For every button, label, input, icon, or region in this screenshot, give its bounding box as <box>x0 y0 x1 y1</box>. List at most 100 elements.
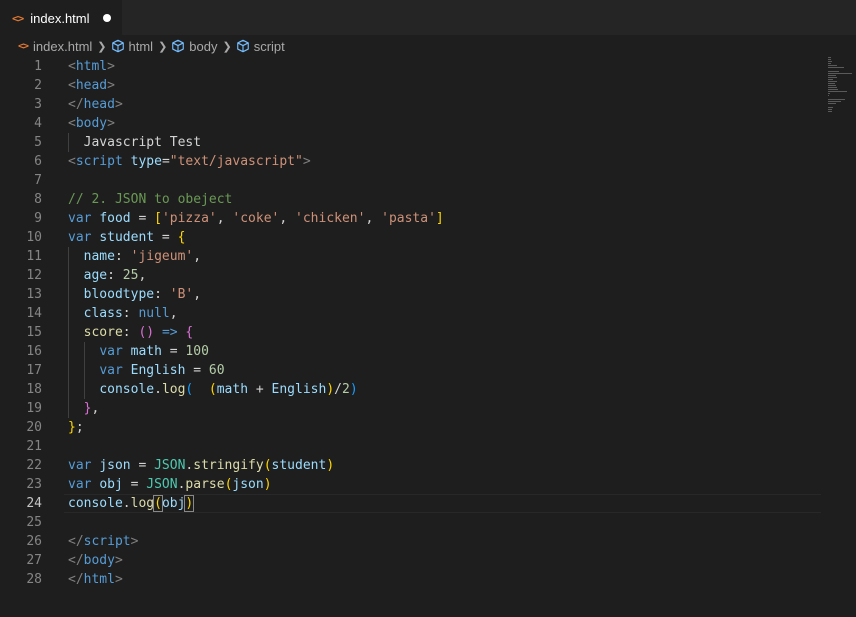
chevron-right-icon: ❯ <box>158 40 168 53</box>
code-token: </ <box>68 572 84 587</box>
minimap-line <box>828 101 841 102</box>
code-line[interactable]: 24 console.log(obj) <box>0 494 856 513</box>
code-line[interactable]: 3 </head> <box>0 95 856 114</box>
minimap-line <box>828 61 832 62</box>
code-line[interactable]: 26 </script> <box>0 532 856 551</box>
code-text: Javascript Test <box>68 133 201 152</box>
code-line[interactable]: 11 name: 'jigeum', <box>0 247 856 266</box>
tab-filename: index.html <box>30 10 90 26</box>
vertical-scrollbar[interactable] <box>842 35 856 617</box>
code-token: student <box>99 230 155 245</box>
code-token: ) <box>326 382 335 397</box>
code-token: = <box>185 363 209 378</box>
line-number: 10 <box>26 230 42 245</box>
code-line[interactable]: 17 var English = 60 <box>0 361 856 380</box>
code-token: > <box>107 116 115 131</box>
breadcrumb-item-script[interactable]: script <box>236 39 285 54</box>
code-line[interactable]: 14 class: null, <box>0 304 856 323</box>
line-number: 22 <box>26 458 42 473</box>
code-line[interactable]: 4 <body> <box>0 114 856 133</box>
code-token: script <box>83 534 131 549</box>
breadcrumb-item-html[interactable]: html <box>111 39 153 54</box>
code-text: name: 'jigeum', <box>68 247 201 266</box>
line-number: 24 <box>26 496 42 511</box>
code-token: console <box>68 496 123 511</box>
tab-index-html[interactable]: <> index.html <box>0 0 122 35</box>
code-token: var <box>68 211 92 226</box>
code-line[interactable]: 6 <script type="text/javascript"> <box>0 152 856 171</box>
code-token: > <box>107 78 115 93</box>
code-line[interactable]: 10 var student = { <box>0 228 856 247</box>
minimap-line <box>828 109 832 110</box>
code-token: var <box>99 363 123 378</box>
code-token: var <box>68 458 92 473</box>
code-text: </html> <box>68 570 123 589</box>
code-token: JSON <box>146 477 178 492</box>
code-line[interactable]: 27 </body> <box>0 551 856 570</box>
code-token: class <box>83 306 123 321</box>
code-token: , <box>279 211 296 226</box>
code-line[interactable]: 28 </html> <box>0 570 856 589</box>
unsaved-dot-icon[interactable] <box>102 14 111 22</box>
code-line[interactable]: 13 bloodtype: 'B', <box>0 285 856 304</box>
code-token: = <box>161 154 170 169</box>
minimap-line <box>828 65 837 66</box>
code-line[interactable]: 18 console.log( (math + English)/2) <box>0 380 856 399</box>
code-token: null <box>138 306 170 321</box>
code-line[interactable]: 16 var math = 100 <box>0 342 856 361</box>
code-token: var <box>68 477 92 492</box>
code-line[interactable]: 12 age: 25, <box>0 266 856 285</box>
code-token: = <box>154 230 178 245</box>
code-line[interactable]: 15 score: () => { <box>0 323 856 342</box>
code-token: </ <box>68 97 84 112</box>
code-line[interactable]: 21 <box>0 437 856 456</box>
code-token: obj <box>161 496 186 511</box>
code-line[interactable]: 7 <box>0 171 856 190</box>
breadcrumb: <> index.html ❯ html ❯ body ❯ script <box>0 35 856 57</box>
line-number: 28 <box>26 572 42 587</box>
code-line[interactable]: 22 var json = JSON.stringify(student) <box>0 456 856 475</box>
code-text: var math = 100 <box>68 342 209 361</box>
code-token: , <box>169 306 178 321</box>
code-token: ; <box>75 420 84 435</box>
code-token: => <box>161 325 178 340</box>
code-text: // 2. JSON to obeject <box>68 190 232 209</box>
code-line[interactable]: 2 <head> <box>0 76 856 95</box>
code-token: : <box>122 306 139 321</box>
code-line[interactable]: 5 Javascript Test <box>0 133 856 152</box>
code-token: 'B' <box>169 287 194 302</box>
minimap-line <box>828 111 832 112</box>
minimap-line <box>828 79 833 80</box>
code-token: < <box>68 116 76 131</box>
code-line[interactable]: 25 <box>0 513 856 532</box>
code-token: 'jigeum' <box>130 249 194 264</box>
line-number: 2 <box>34 78 42 93</box>
minimap-line <box>828 95 829 96</box>
line-number: 16 <box>26 344 42 359</box>
minimap-line <box>828 85 836 86</box>
code-token: ( <box>208 382 217 397</box>
code-token: log <box>161 382 186 397</box>
code-token: 'pizza' <box>161 211 217 226</box>
code-line[interactable]: 1 <html> <box>0 57 856 76</box>
breadcrumb-item-file[interactable]: <> index.html <box>18 39 92 54</box>
code-editor[interactable]: 1 <html> 2 <head> 3 </head> 4 <body> 5 Javascrip… <box>0 57 856 617</box>
code-token: ) <box>184 495 195 512</box>
html-file-icon: <> <box>12 11 24 25</box>
breadcrumb-item-body[interactable]: body <box>171 39 218 54</box>
code-line[interactable]: 9 var food = ['pizza', 'coke', 'chicken',… <box>0 209 856 228</box>
code-token: . <box>122 496 131 511</box>
code-line[interactable]: 20}; <box>0 418 856 437</box>
line-number: 3 <box>34 97 42 112</box>
code-token: name <box>83 249 115 264</box>
code-line[interactable]: 8 // 2. JSON to obeject <box>0 190 856 209</box>
code-line[interactable]: 23 var obj = JSON.parse(json) <box>0 475 856 494</box>
code-line[interactable]: 19 }, <box>0 399 856 418</box>
minimap-line <box>828 63 831 64</box>
code-token: stringify <box>193 458 264 473</box>
